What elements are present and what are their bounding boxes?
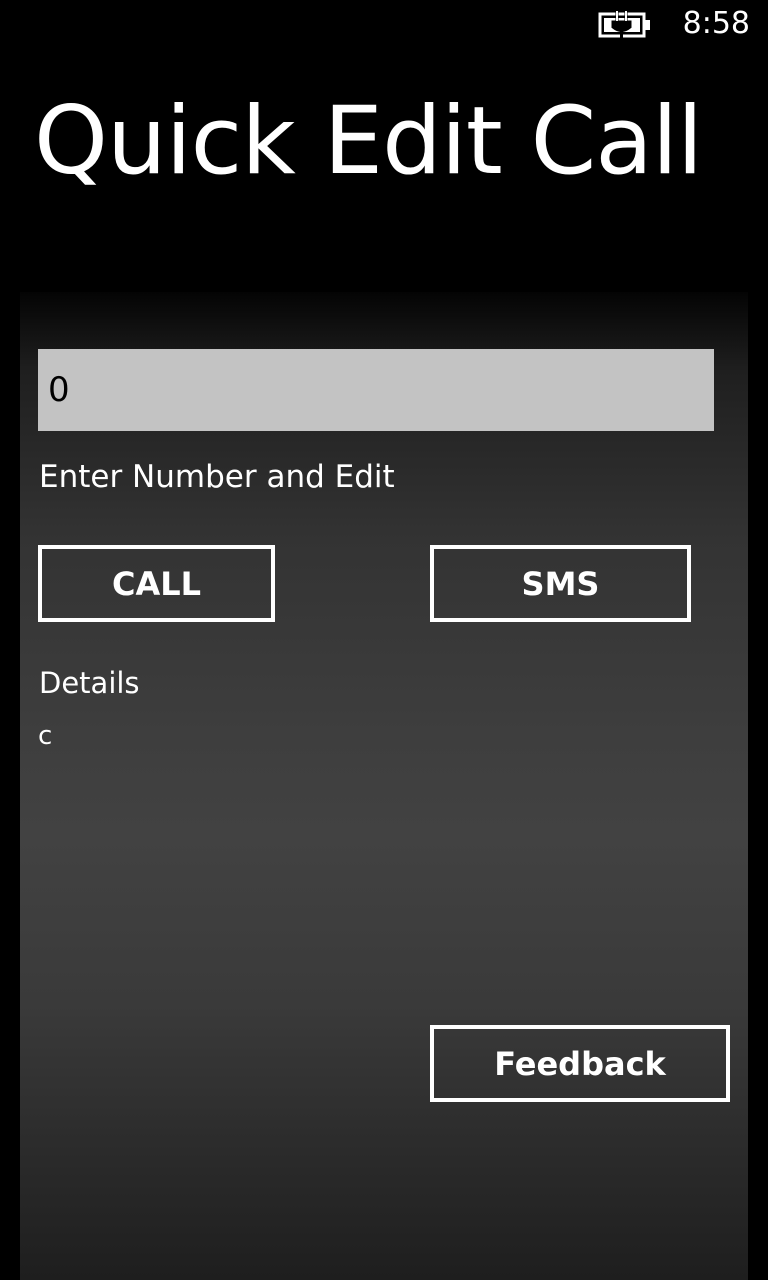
battery-charging-icon <box>598 10 652 40</box>
details-value: c <box>38 721 53 751</box>
content-panel <box>20 292 748 1280</box>
status-clock: 8:58 <box>682 6 750 41</box>
sms-button[interactable]: SMS <box>430 545 691 622</box>
details-label: Details <box>39 666 140 700</box>
app-screen: 8:58 Quick Edit Call Enter Number and Ed… <box>0 0 768 1280</box>
phone-number-input[interactable] <box>38 349 714 431</box>
number-hint-label: Enter Number and Edit <box>39 459 395 495</box>
feedback-button[interactable]: Feedback <box>430 1025 730 1102</box>
status-bar: 8:58 <box>0 0 768 50</box>
call-button[interactable]: CALL <box>38 545 275 622</box>
page-title: Quick Edit Call <box>34 87 703 196</box>
